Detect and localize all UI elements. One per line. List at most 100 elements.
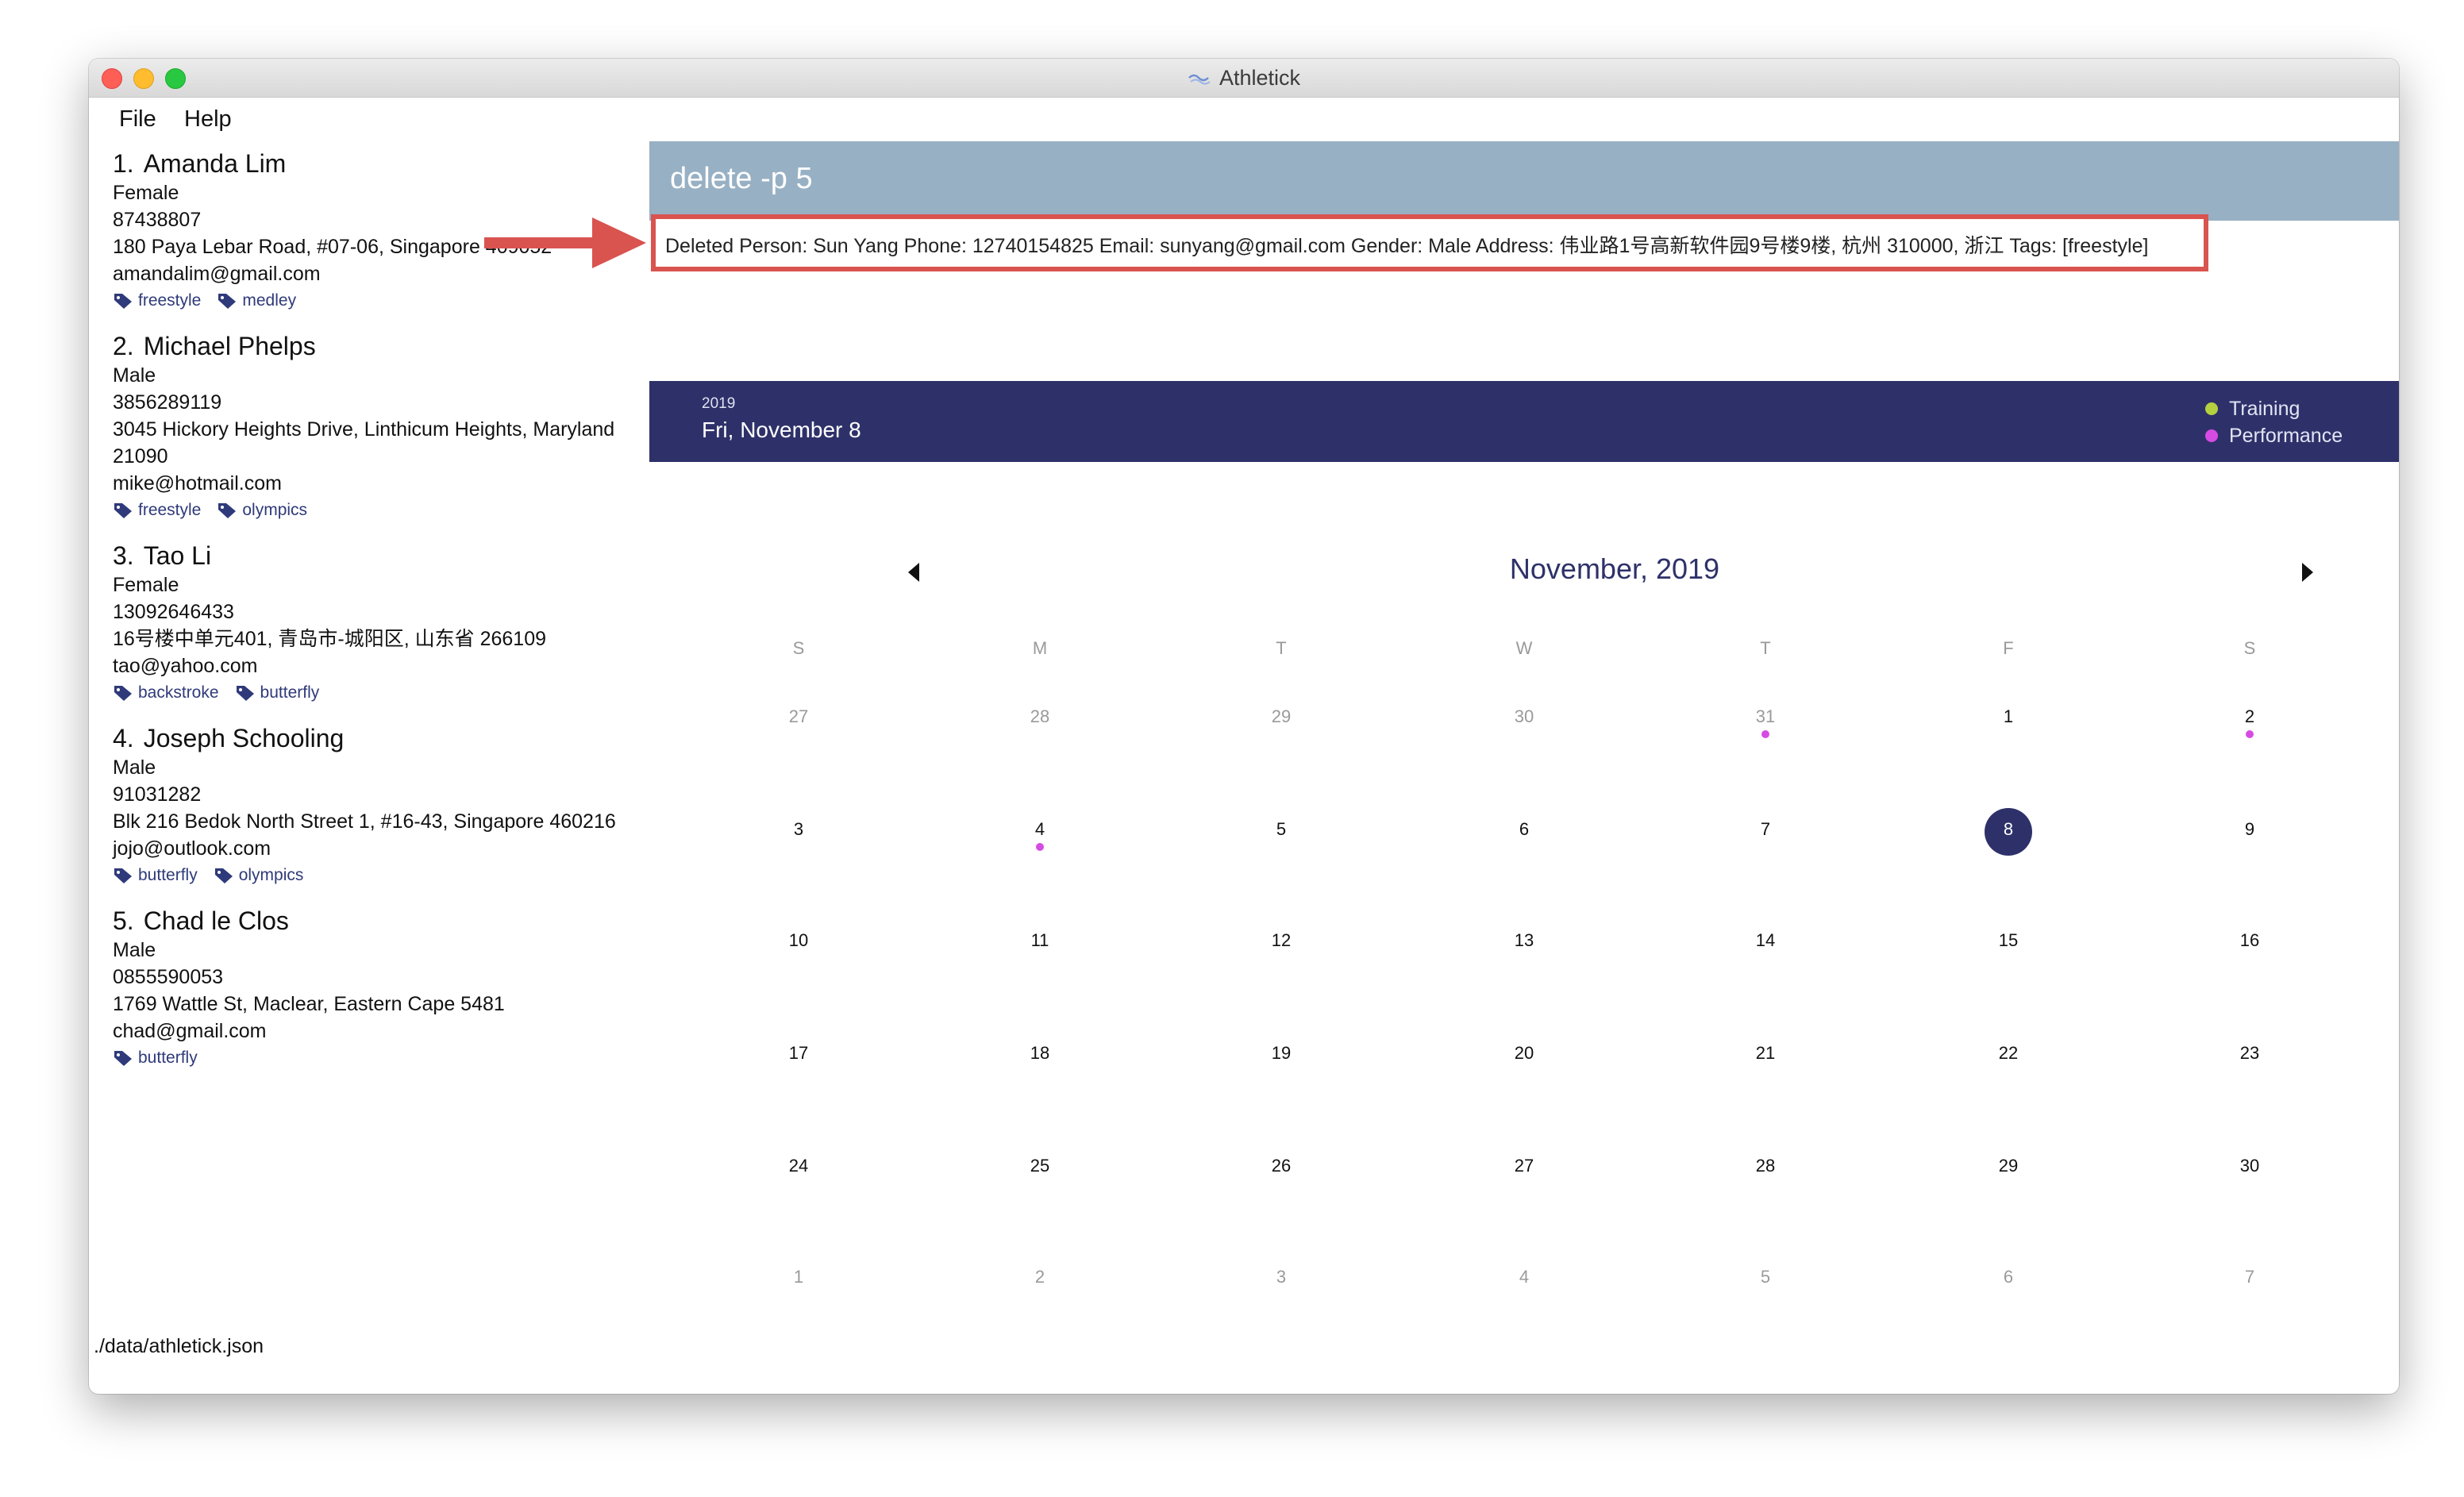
tag-label: medley [242, 291, 297, 310]
title-bar: Athletick [89, 59, 2399, 98]
calendar-day[interactable]: 4 [1492, 1267, 1556, 1287]
calendar-day[interactable]: 2 [1008, 1267, 1072, 1287]
calendar-day[interactable]: 10 [767, 930, 830, 951]
calendar-day[interactable]: 18 [1008, 1043, 1072, 1064]
calendar-header: 2019 Fri, November 8 Training Performanc… [649, 381, 2399, 462]
calendar-day[interactable]: 1 [767, 1267, 830, 1287]
calendar-day[interactable]: 30 [1492, 706, 1556, 727]
person-tags: freestyle olympics [113, 498, 716, 522]
tag-label: freestyle [138, 501, 202, 519]
calendar-day[interactable]: 6 [1977, 1267, 2040, 1287]
calendar-day[interactable]: 3 [1249, 1267, 1313, 1287]
person-tags: freestyle medley [113, 289, 716, 313]
calendar-day[interactable]: 15 [1977, 930, 2040, 951]
calendar-day[interactable]: 12 [1249, 930, 1313, 951]
person-gender: Male [113, 756, 156, 779]
person-list: 1. Amanda Lim Female 87438807 180 Paya Lebar… [113, 148, 716, 1087]
header-year: 2019 [702, 395, 736, 412]
performance-dot-icon [2205, 429, 2218, 442]
calendar-day[interactable]: 5 [1734, 1267, 1797, 1287]
calendar-day[interactable]: 21 [1734, 1043, 1797, 1064]
person-email: mike@hotmail.com [113, 472, 282, 495]
calendar-day[interactable]: 3 [767, 819, 830, 840]
calendar-day[interactable]: 9 [2218, 819, 2281, 840]
tag-chip: butterfly [113, 1049, 198, 1068]
weekday-label: T [1276, 638, 1287, 658]
triangle-right-icon[interactable] [2299, 562, 2315, 583]
tag-icon [236, 686, 254, 701]
person-name: Chad le Clos [143, 906, 289, 935]
person-address: 16号楼中单元401, 青岛市-城阳区, 山东省 266109 [113, 628, 546, 650]
tag-chip: olympics [214, 866, 303, 885]
person-card[interactable]: 3. Tao Li Female 13092646433 16号楼中单元401, 青岛市… [113, 540, 716, 722]
calendar-day[interactable]: 4 [1008, 819, 1072, 840]
tag-icon [218, 503, 237, 518]
calendar-day[interactable]: 17 [767, 1043, 830, 1064]
calendar-day[interactable]: 29 [1249, 706, 1313, 727]
tag-label: butterfly [138, 866, 198, 884]
calendar-day[interactable]: 2 [2218, 706, 2281, 727]
performance-event-dot-icon [1036, 843, 1044, 851]
tag-icon [218, 294, 237, 309]
person-name: Michael Phelps [143, 332, 316, 360]
calendar-day[interactable]: 7 [2218, 1267, 2281, 1287]
person-phone: 91031282 [113, 783, 202, 806]
title-group: Athletick [89, 59, 2399, 97]
calendar-day[interactable]: 28 [1008, 706, 1072, 727]
person-name: Amanda Lim [143, 149, 287, 178]
menu-file[interactable]: File [119, 106, 156, 133]
person-phone: 0855590053 [113, 966, 224, 988]
tag-chip: butterfly [235, 683, 319, 702]
calendar-day[interactable]: 1 [1977, 706, 2040, 727]
calendar-day[interactable]: 28 [1734, 1156, 1797, 1176]
calendar-day[interactable]: 29 [1977, 1156, 2040, 1176]
person-address: Blk 216 Bedok North Street 1, #16-43, Si… [113, 810, 616, 833]
calendar-day[interactable]: 8 [1977, 819, 2040, 840]
command-input[interactable]: delete -p 5 [670, 162, 813, 196]
calendar-day[interactable]: 11 [1008, 930, 1072, 951]
legend-item-performance: Performance [2205, 422, 2343, 449]
command-box[interactable]: delete -p 5 [649, 141, 2399, 221]
app-window: Athletick File Help 1. Amanda Lim Female 8 7… [89, 59, 2399, 1394]
person-gender: Female [113, 182, 179, 204]
calendar-day[interactable]: 23 [2218, 1043, 2281, 1064]
person-email: jojo@outlook.com [113, 837, 271, 860]
person-address-cont: 21090 [113, 445, 168, 468]
calendar-day[interactable]: 30 [2218, 1156, 2281, 1176]
person-tags: backstroke butterfly [113, 681, 716, 705]
person-card[interactable]: 5. Chad le Clos Male 0855590053 1769 Wattle … [113, 905, 716, 1087]
person-name-row: 3. Tao Li [113, 540, 716, 571]
person-name-row: 1. Amanda Lim [113, 148, 716, 179]
calendar-day[interactable]: 20 [1492, 1043, 1556, 1064]
calendar-day[interactable]: 27 [767, 706, 830, 727]
calendar-day[interactable]: 7 [1734, 819, 1797, 840]
person-gender: Male [113, 364, 156, 387]
calendar-day[interactable]: 31 [1734, 706, 1797, 727]
person-phone: 13092646433 [113, 601, 234, 623]
tag-icon [114, 1051, 132, 1066]
calendar-day[interactable]: 19 [1249, 1043, 1313, 1064]
calendar-day[interactable]: 16 [2218, 930, 2281, 951]
triangle-left-icon[interactable] [907, 562, 922, 583]
person-index: 5. [113, 906, 134, 935]
header-date: Fri, November 8 [702, 418, 861, 442]
menu-help[interactable]: Help [184, 106, 232, 133]
person-phone: 3856289119 [113, 391, 222, 414]
tag-icon [114, 868, 132, 883]
person-card[interactable]: 4. Joseph Schooling Male 91031282 Blk 216 Be… [113, 722, 716, 905]
tag-label: backstroke [138, 683, 219, 702]
calendar-day[interactable]: 25 [1008, 1156, 1072, 1176]
weekday-label: S [792, 638, 805, 658]
calendar-day[interactable]: 5 [1249, 819, 1313, 840]
calendar-day[interactable]: 22 [1977, 1043, 2040, 1064]
person-name-row: 5. Chad le Clos [113, 905, 716, 937]
calendar-day[interactable]: 13 [1492, 930, 1556, 951]
calendar-day[interactable]: 27 [1492, 1156, 1556, 1176]
calendar-day[interactable]: 26 [1249, 1156, 1313, 1176]
calendar-day[interactable]: 14 [1734, 930, 1797, 951]
person-card[interactable]: 2. Michael Phelps Male 3856289119 3045 Hicko… [113, 330, 716, 540]
calendar-day[interactable]: 24 [767, 1156, 830, 1176]
person-name-row: 2. Michael Phelps [113, 330, 716, 362]
calendar-day[interactable]: 6 [1492, 819, 1556, 840]
tag-chip: olympics [217, 501, 307, 520]
